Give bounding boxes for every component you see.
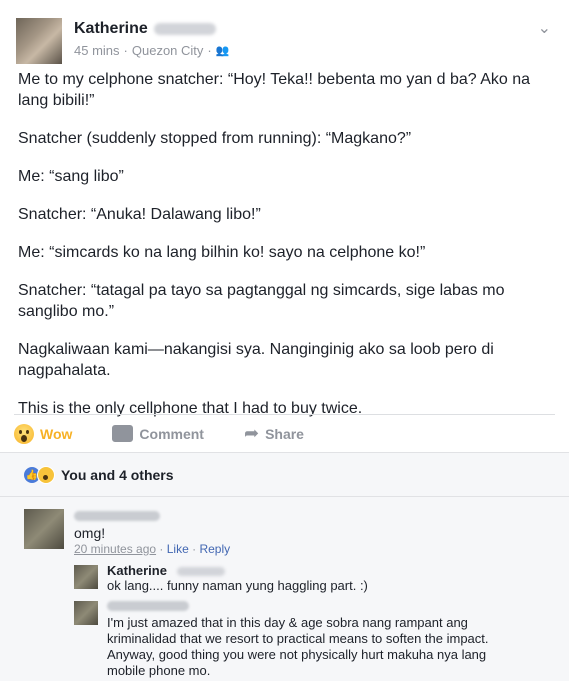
comment-text: omg! [74, 525, 106, 541]
redacted-commenter-name [107, 601, 189, 611]
comment-time[interactable]: 20 minutes ago [74, 542, 156, 556]
share-label: Share [265, 425, 304, 442]
reply-avatar[interactable] [74, 565, 98, 589]
redacted-surname [176, 567, 225, 577]
reply-author[interactable]: Katherine [107, 563, 167, 578]
share-button[interactable]: ➦ Share [244, 423, 304, 444]
meta-separator: · [207, 43, 212, 58]
comments-section: omg! 20 minutes ago · Like · Reply Kathe… [0, 496, 569, 681]
comment-meta: 20 minutes ago · Like · Reply [74, 542, 230, 556]
post-paragraph: Snatcher: “Anuka! Dalawang libo!” [18, 206, 261, 223]
redacted-commenter-name [74, 511, 160, 521]
reply-avatar[interactable] [74, 601, 98, 625]
post-paragraph: Me to my celphone snatcher: “Hoy! Teka!!… [18, 71, 531, 109]
comment-button[interactable]: Comment [112, 425, 204, 442]
redacted-surname [153, 22, 216, 35]
post-paragraph: Me: “simcards ko na lang bilhin ko! sayo… [18, 244, 426, 261]
post-paragraph: Me: “sang libo” [18, 168, 124, 185]
friends-icon[interactable]: 👥 [216, 44, 230, 57]
meta-separator: · [159, 542, 164, 556]
post-paragraph: Nagkaliwaan kami—nakangisi sya. Nangingi… [18, 341, 494, 379]
wow-emoji-icon [14, 423, 34, 444]
author-avatar[interactable] [16, 18, 62, 64]
meta-separator: · [123, 43, 128, 58]
reply-text: ok lang.... funny naman yung haggling pa… [107, 578, 368, 593]
wow-button[interactable]: Wow [14, 423, 73, 444]
post-meta: 45 mins · Quezon City · 👥 [74, 43, 229, 58]
post-body: Me to my celphone snatcher: “Hoy! Teka!!… [18, 69, 538, 436]
post-location[interactable]: Quezon City [132, 43, 204, 58]
wow-reaction-icon [37, 466, 55, 484]
reply-text: I'm just amazed that in this day & age s… [107, 615, 489, 678]
action-bar: Wow Comment ➦ Share [14, 423, 344, 444]
wow-label: Wow [40, 425, 73, 442]
reaction-summary[interactable]: 👍 You and 4 others [24, 466, 174, 484]
like-link[interactable]: Like [167, 542, 189, 556]
reactions-bar: 👍 You and 4 others [0, 452, 569, 497]
divider [14, 414, 555, 415]
meta-separator: · [192, 542, 197, 556]
author-name[interactable]: Katherine [74, 20, 148, 37]
post-paragraph: Snatcher: “tatagal pa tayo sa pagtanggal… [18, 282, 505, 320]
reply-header: Katherine [107, 563, 225, 579]
post-paragraph: This is the only cellphone that I had to… [18, 400, 363, 417]
comment-icon [112, 425, 134, 442]
share-icon: ➦ [243, 423, 260, 443]
comment-label: Comment [139, 425, 204, 442]
author-name-row: Katherine [74, 20, 216, 38]
chevron-down-icon[interactable]: ⌄ [538, 18, 551, 38]
post-card: Katherine 45 mins · Quezon City · 👥 ⌄ Me… [0, 0, 569, 681]
commenter-avatar[interactable] [24, 509, 64, 549]
reaction-summary-text: You and 4 others [61, 467, 174, 483]
reply-link[interactable]: Reply [199, 542, 230, 556]
post-paragraph: Snatcher (suddenly stopped from running)… [18, 130, 412, 147]
post-time[interactable]: 45 mins [74, 43, 120, 58]
